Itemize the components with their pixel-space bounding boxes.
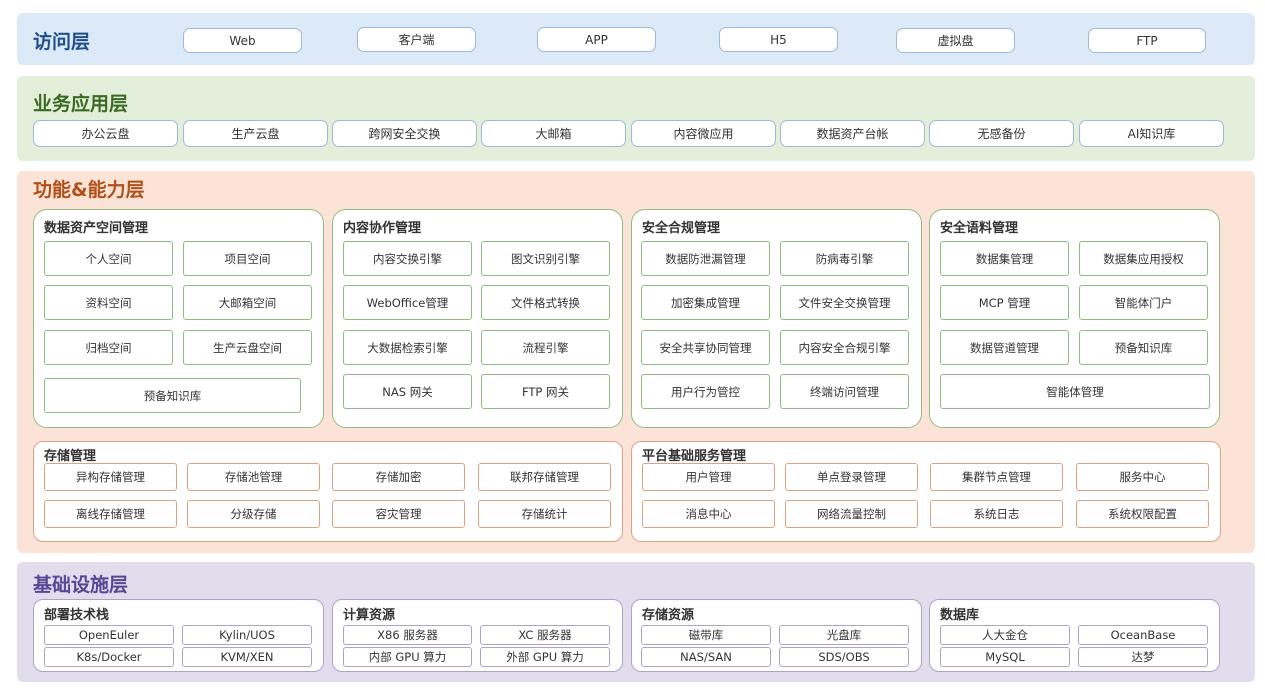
access-layer-title: 访问层	[33, 31, 91, 53]
panel-title: 计算资源	[343, 608, 396, 623]
infra-item: 光盘库	[779, 625, 909, 645]
platform-item: 消息中心	[642, 500, 775, 528]
business-item: AI知识库	[1079, 120, 1224, 147]
function-item: WebOffice管理	[343, 285, 472, 320]
access-item-ftp: FTP	[1088, 28, 1206, 53]
panel-title: 存储资源	[642, 608, 695, 623]
infra-item: Kylin/UOS	[182, 625, 312, 645]
function-item: 归档空间	[44, 330, 173, 365]
business-layer	[17, 76, 1255, 161]
platform-item: 集群节点管理	[930, 463, 1063, 491]
function-item: 流程引擎	[481, 330, 610, 365]
storage-item: 联邦存储管理	[478, 463, 611, 491]
storage-item: 存储池管理	[187, 463, 320, 491]
function-item: 内容安全合规引擎	[780, 330, 909, 365]
business-item: 跨网安全交换	[332, 120, 477, 147]
function-item: 终端访问管理	[780, 374, 909, 409]
business-item: 无感备份	[929, 120, 1074, 147]
business-item: 生产云盘	[183, 120, 328, 147]
access-item-virtual-disk: 虚拟盘	[896, 28, 1015, 53]
infra-item: 达梦	[1078, 647, 1208, 667]
function-item: 数据管道管理	[940, 330, 1069, 365]
function-item: 资料空间	[44, 285, 173, 320]
panel-title: 安全合规管理	[642, 221, 721, 236]
function-item: 大邮箱空间	[183, 285, 312, 320]
function-item: 预备知识库	[1079, 330, 1208, 365]
storage-item: 分级存储	[187, 500, 320, 528]
infra-item: X86 服务器	[343, 625, 472, 645]
infra-item: OceanBase	[1078, 625, 1208, 645]
function-item: FTP 网关	[481, 374, 610, 409]
infra-item: MySQL	[940, 647, 1070, 667]
function-item: 加密集成管理	[641, 285, 770, 320]
business-item: 数据资产台帐	[780, 120, 925, 147]
function-item: 预备知识库	[44, 378, 301, 413]
platform-item: 网络流量控制	[785, 500, 918, 528]
function-item: 生产云盘空间	[183, 330, 312, 365]
infra-item: SDS/OBS	[779, 647, 909, 667]
platform-item: 系统日志	[930, 500, 1063, 528]
function-layer-title: 功能&能力层	[33, 179, 145, 201]
business-layer-title: 业务应用层	[33, 93, 129, 115]
function-item: 文件格式转换	[481, 285, 610, 320]
panel-title: 内容协作管理	[343, 221, 422, 236]
function-item: 防病毒引擎	[780, 241, 909, 276]
function-item: 文件安全交换管理	[780, 285, 909, 320]
storage-item: 存储加密	[332, 463, 465, 491]
storage-item: 异构存储管理	[44, 463, 177, 491]
access-item-client: 客户端	[357, 27, 476, 52]
function-item: 项目空间	[183, 241, 312, 276]
function-item: 图文识别引擎	[481, 241, 610, 276]
function-item: 数据集应用授权	[1079, 241, 1208, 276]
storage-item: 离线存储管理	[44, 500, 177, 528]
function-item: 智能体管理	[940, 374, 1210, 409]
access-item-app: APP	[537, 27, 656, 52]
function-item: 大数据检索引擎	[343, 330, 472, 365]
function-item: NAS 网关	[343, 374, 472, 409]
infra-item: OpenEuler	[44, 625, 174, 645]
function-item: 数据集管理	[940, 241, 1069, 276]
infra-item: NAS/SAN	[641, 647, 771, 667]
panel-title: 平台基础服务管理	[642, 449, 747, 464]
storage-item: 存储统计	[478, 500, 611, 528]
function-item: 安全共享协同管理	[641, 330, 770, 365]
access-item-h5: H5	[719, 27, 838, 52]
panel-title: 数据资产空间管理	[44, 221, 149, 236]
panel-title: 数据库	[940, 608, 980, 623]
function-item: 用户行为管控	[641, 374, 770, 409]
platform-item: 系统权限配置	[1076, 500, 1209, 528]
panel-title: 存储管理	[44, 449, 97, 464]
infra-item: XC 服务器	[480, 625, 610, 645]
infra-item: 人大金仓	[940, 625, 1070, 645]
platform-item: 单点登录管理	[785, 463, 918, 491]
business-item: 办公云盘	[33, 120, 178, 147]
platform-item: 用户管理	[642, 463, 775, 491]
storage-item: 容灾管理	[332, 500, 465, 528]
business-item: 大邮箱	[481, 120, 626, 147]
access-item-web: Web	[183, 28, 302, 53]
panel-title: 安全语料管理	[940, 221, 1019, 236]
function-item: 智能体门户	[1079, 285, 1208, 320]
function-item: 内容交换引擎	[343, 241, 472, 276]
function-item: 个人空间	[44, 241, 173, 276]
infra-layer-title: 基础设施层	[33, 574, 129, 596]
function-item: MCP 管理	[940, 285, 1069, 320]
platform-item: 服务中心	[1076, 463, 1209, 491]
infra-item: 外部 GPU 算力	[480, 647, 610, 667]
panel-title: 部署技术栈	[44, 608, 110, 623]
infra-item: 内部 GPU 算力	[343, 647, 472, 667]
infra-item: 磁带库	[641, 625, 771, 645]
function-item: 数据防泄漏管理	[641, 241, 770, 276]
business-item: 内容微应用	[631, 120, 776, 147]
infra-item: KVM/XEN	[182, 647, 312, 667]
infra-item: K8s/Docker	[44, 647, 174, 667]
